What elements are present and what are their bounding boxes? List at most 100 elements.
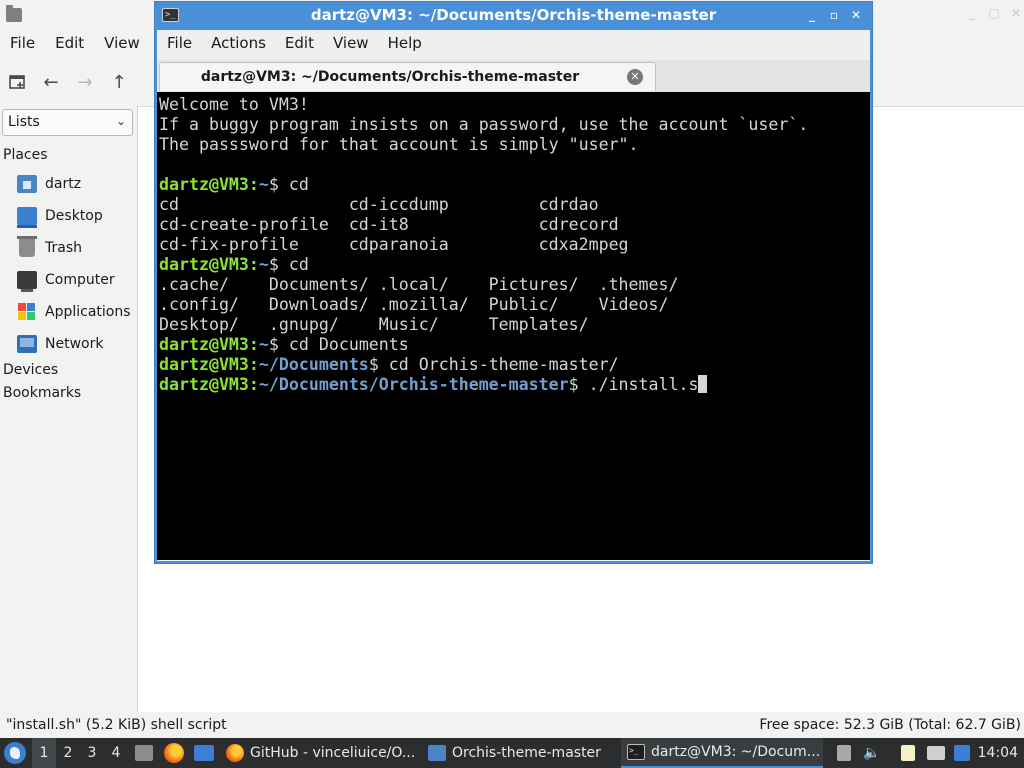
prompt-user: dartz@VM3: <box>159 375 259 394</box>
maximize-button[interactable]: ▫ <box>824 6 844 24</box>
task-label: dartz@VM3: ~/Docum... <box>651 744 821 760</box>
terminal-line: .config/ Downloads/ .mozilla/ Public/ Vi… <box>159 295 669 314</box>
bookmarks-heading[interactable]: Bookmarks <box>3 385 81 401</box>
prompt-command: $ cd Orchis-theme-master/ <box>368 355 619 374</box>
back-button[interactable]: ← <box>34 66 68 98</box>
quicklaunch-files[interactable] <box>132 738 156 768</box>
network-icon <box>927 746 945 760</box>
quicklaunch-firefox[interactable] <box>162 738 186 768</box>
menu-actions[interactable]: Actions <box>201 32 275 56</box>
quicklaunch-desktop[interactable] <box>192 738 216 768</box>
workspace-4[interactable]: 4 <box>104 738 128 768</box>
volume-tray[interactable]: 🔈 <box>860 738 884 768</box>
terminal-line: The passsword for that account is simply… <box>159 135 639 154</box>
lubuntu-logo-icon <box>4 742 26 764</box>
sidebar: Lists ⌄ Places dartz Desktop Trash Compu… <box>0 106 136 712</box>
workspace-2[interactable]: 2 <box>56 738 80 768</box>
clock[interactable]: 14:04 <box>978 738 1018 768</box>
menu-file[interactable]: File <box>157 32 201 56</box>
notes-tray[interactable] <box>896 738 920 768</box>
sidebar-item-dartz[interactable]: dartz <box>17 172 81 196</box>
terminal-body: File Actions Edit View Help dartz@VM3: ~… <box>157 30 870 561</box>
prompt-user: dartz@VM3: <box>159 335 259 354</box>
prompt-line: dartz@VM3:~$ cd Documents <box>159 335 870 355</box>
computer-icon <box>17 271 37 292</box>
sidebar-item-label: Applications <box>45 304 131 320</box>
sidebar-item-label: Network <box>45 336 104 352</box>
up-button[interactable]: ↑ <box>102 66 136 98</box>
menu-edit[interactable]: Edit <box>45 32 94 56</box>
arrow-left-icon: ← <box>43 71 59 93</box>
prompt-path: ~/Documents/Orchis-theme-master <box>258 375 569 394</box>
firefox-icon <box>226 744 244 762</box>
terminal-output[interactable]: Welcome to VM3! If a buggy program insis… <box>157 92 870 560</box>
network-tray[interactable] <box>924 738 948 768</box>
forward-button[interactable]: → <box>68 66 102 98</box>
tray-item[interactable] <box>832 738 856 768</box>
terminal-tabbar: dartz@VM3: ~/Documents/Orchis-theme-mast… <box>157 60 870 92</box>
side-pane-select[interactable]: Lists ⌄ <box>2 109 133 136</box>
tab-label: dartz@VM3: ~/Documents/Orchis-theme-mast… <box>200 69 580 85</box>
file-manager-icon <box>135 745 153 761</box>
desktop-icon <box>17 207 37 228</box>
sidebar-item-computer[interactable]: Computer <box>17 268 115 292</box>
terminal-line: cd cd-iccdump cdrdao <box>159 195 599 214</box>
prompt-command: $ cd <box>268 175 309 194</box>
menu-view[interactable]: View <box>94 32 150 56</box>
menu-file[interactable]: File <box>0 32 45 56</box>
minimize-button[interactable]: _ <box>802 6 822 24</box>
prompt-line: dartz@VM3:~$ cd <box>159 255 870 275</box>
devices-heading[interactable]: Devices <box>3 362 58 378</box>
chevron-down-icon: ⌄ <box>115 114 126 128</box>
window-title: dartz@VM3: ~/Documents/Orchis-theme-mast… <box>310 6 717 24</box>
task-firefox[interactable]: GitHub - vinceliuice/O... <box>220 738 420 768</box>
status-bar: "install.sh" (5.2 KiB) shell script Free… <box>0 714 1024 738</box>
task-label: Orchis-theme-master <box>452 745 601 761</box>
window-controls: _ ▢ ✕ <box>964 6 1024 20</box>
places-heading[interactable]: Places <box>3 147 48 163</box>
sidebar-item-trash[interactable]: Trash <box>17 236 82 260</box>
terminal-tab[interactable]: dartz@VM3: ~/Documents/Orchis-theme-mast… <box>159 62 656 91</box>
task-label: GitHub - vinceliuice/O... <box>250 745 416 761</box>
menu-edit[interactable]: Edit <box>275 32 323 56</box>
update-icon <box>954 745 970 761</box>
maximize-button[interactable]: ▢ <box>986 6 1002 20</box>
sidebar-item-desktop[interactable]: Desktop <box>17 204 103 228</box>
terminal-titlebar[interactable]: >_ dartz@VM3: ~/Documents/Orchis-theme-m… <box>155 2 872 29</box>
workspace-1[interactable]: 1 <box>32 738 56 768</box>
sidebar-item-label: Computer <box>45 272 115 288</box>
menu-view[interactable]: View <box>323 32 378 56</box>
folder-icon <box>6 5 22 22</box>
task-file-manager[interactable]: Orchis-theme-master <box>422 738 618 768</box>
prompt-path: ~ <box>258 175 269 194</box>
app-menu-button[interactable] <box>4 738 28 768</box>
terminal-line: .cache/ Documents/ .local/ Pictures/ .th… <box>159 275 679 294</box>
close-tab-icon[interactable]: ✕ <box>627 69 643 85</box>
terminal-window: >_ dartz@VM3: ~/Documents/Orchis-theme-m… <box>154 1 873 564</box>
sidebar-item-applications[interactable]: Applications <box>17 300 131 324</box>
prompt-user: dartz@VM3: <box>159 175 259 194</box>
new-tab-button[interactable] <box>0 66 34 98</box>
window-controls: _ ▫ ✕ <box>802 6 866 24</box>
taskbar: 1 2 3 4 GitHub - vinceliuice/O... Orchis… <box>0 738 1024 768</box>
folder-icon <box>428 745 446 761</box>
text-cursor <box>698 375 708 393</box>
note-icon <box>901 745 915 761</box>
updates-tray[interactable] <box>950 738 974 768</box>
prompt-command: $ cd <box>268 255 309 274</box>
file-manager-toolbar: ← → ↑ <box>0 66 136 98</box>
menu-help[interactable]: Help <box>378 32 431 56</box>
minimize-button[interactable]: _ <box>964 6 980 20</box>
close-button[interactable]: ✕ <box>846 6 866 24</box>
sidebar-item-label: dartz <box>45 176 82 192</box>
sidebar-item-label: Desktop <box>45 208 103 224</box>
sidebar-item-network[interactable]: Network <box>17 332 103 356</box>
task-terminal[interactable]: >_ dartz@VM3: ~/Docum... <box>621 738 823 768</box>
prompt-line: dartz@VM3:~/Documents$ cd Orchis-theme-m… <box>159 355 870 375</box>
close-button[interactable]: ✕ <box>1008 6 1024 20</box>
applications-icon <box>17 303 37 321</box>
arrow-up-icon: ↑ <box>111 71 127 93</box>
prompt-line: dartz@VM3:~/Documents/Orchis-theme-maste… <box>159 375 870 395</box>
workspace-3[interactable]: 3 <box>80 738 104 768</box>
